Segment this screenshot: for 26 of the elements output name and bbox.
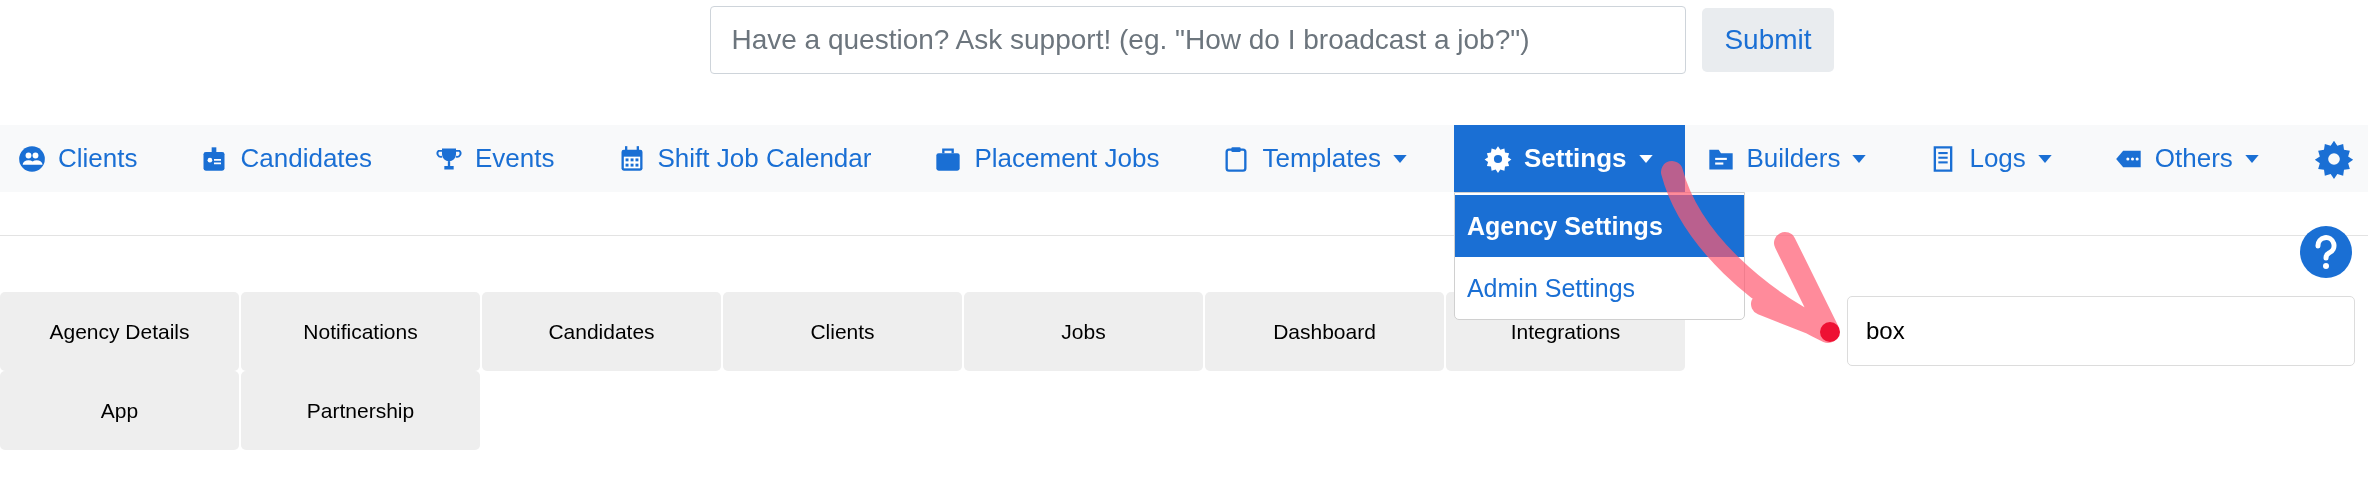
submit-button[interactable]: Submit xyxy=(1702,8,1834,72)
settings-icon[interactable] xyxy=(2313,138,2354,179)
nav-item[interactable]: Candidates xyxy=(178,125,414,192)
settings-tab[interactable]: Jobs xyxy=(964,292,1203,371)
nav-item[interactable]: Settings xyxy=(1453,125,1685,192)
nav-item[interactable]: Others xyxy=(2092,125,2300,192)
nav-item[interactable]: Placement Jobs xyxy=(912,125,1201,192)
nav-item[interactable]: Builders xyxy=(1684,125,1908,192)
settings-tab[interactable]: Clients xyxy=(723,292,962,371)
menu-item[interactable]: Agency Settings xyxy=(1454,195,1744,257)
settings-tab[interactable]: Notifications xyxy=(241,292,480,371)
nav-item[interactable]: Clients xyxy=(0,125,179,192)
nav-item[interactable]: Logs xyxy=(1907,125,2093,192)
people-icon xyxy=(18,144,46,173)
nav-item[interactable]: Shift Job Calendar xyxy=(595,125,913,192)
support-question-field[interactable]: Have a question? Ask support! (eg. "How do I broadcast a job?") xyxy=(710,6,1687,74)
help-icon[interactable] xyxy=(2300,226,2352,278)
settings-tab[interactable]: Dashboard xyxy=(1205,292,1444,371)
settings-tab[interactable]: Candidates xyxy=(482,292,721,371)
filter-field[interactable]: box xyxy=(1847,296,2355,366)
nav-item[interactable]: Templates xyxy=(1200,125,1448,192)
settings-tab[interactable]: Partnership xyxy=(241,371,480,450)
gear-icon xyxy=(1483,144,1512,173)
settings-tab[interactable]: Agency Details xyxy=(0,292,239,371)
nav-item[interactable]: Events xyxy=(413,125,596,192)
settings-tab[interactable]: App xyxy=(0,371,239,450)
